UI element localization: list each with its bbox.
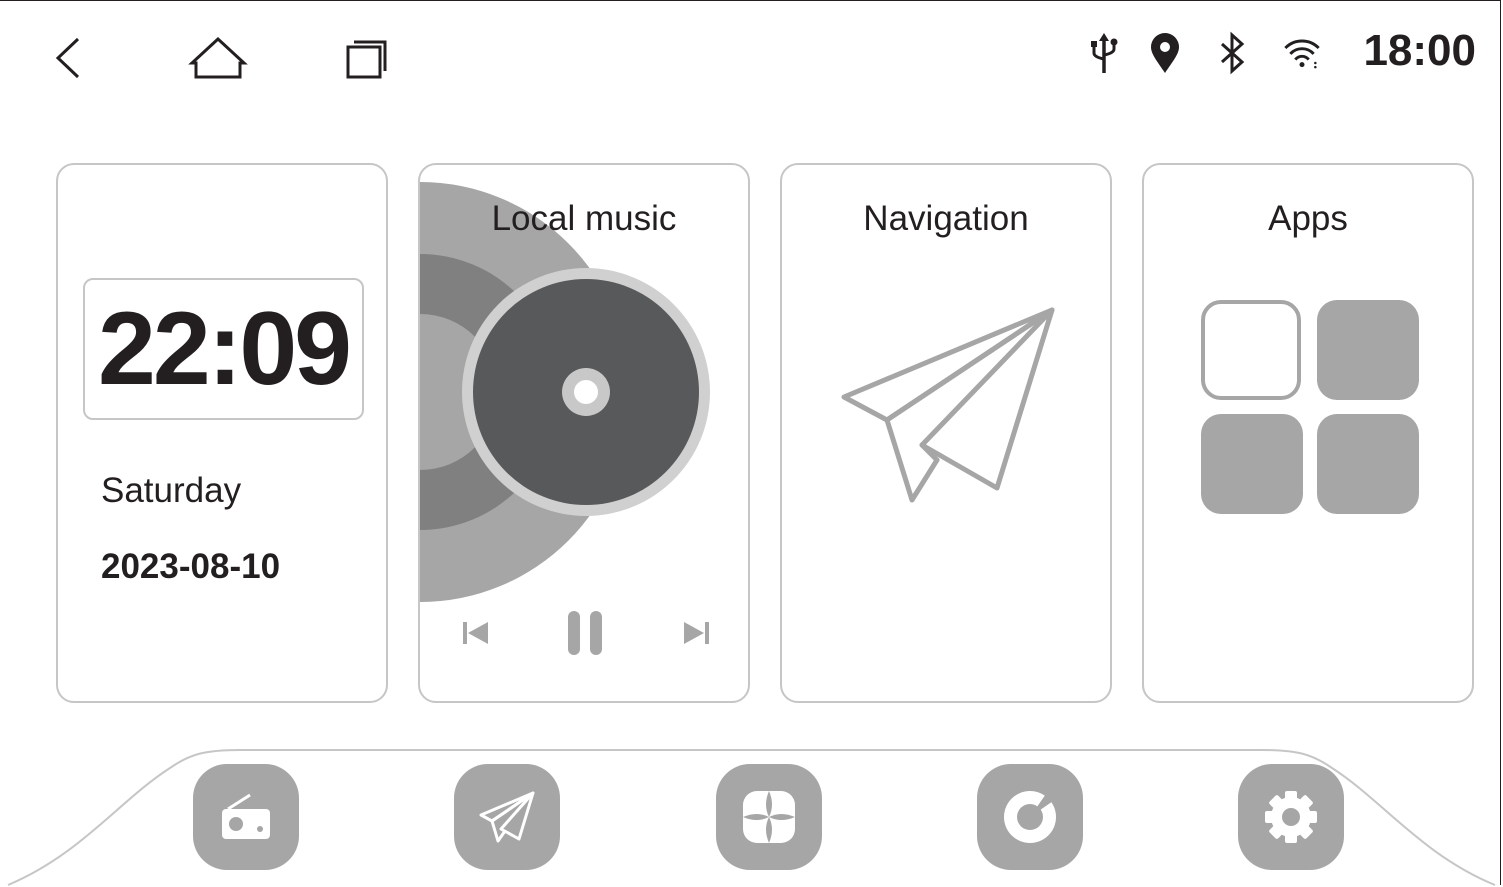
recent-apps-button[interactable] <box>336 28 396 88</box>
home-icon <box>188 36 248 79</box>
status-clock: 18:00 <box>1363 26 1476 75</box>
pause-icon <box>568 611 602 655</box>
next-button[interactable] <box>678 615 714 651</box>
navigation-card[interactable]: Navigation <box>780 163 1112 703</box>
settings-icon <box>1265 791 1317 843</box>
clock-time: 22:09 <box>98 290 352 407</box>
dock-settings-button[interactable] <box>1238 764 1344 870</box>
recent-apps-icon <box>346 40 387 79</box>
next-icon <box>684 622 709 644</box>
usb-icon <box>1084 30 1124 76</box>
previous-button[interactable] <box>458 615 494 651</box>
home-button[interactable] <box>188 28 248 88</box>
radio-icon <box>222 793 270 839</box>
app-grid-icon <box>1201 300 1419 514</box>
dock-apps-button[interactable] <box>716 764 822 870</box>
clock-day: Saturday <box>101 471 242 510</box>
local-music-title: Local music <box>491 199 677 238</box>
clock-date: 2023-08-10 <box>101 547 281 586</box>
dock-navigation-button[interactable] <box>454 764 560 870</box>
clock-display: 22:09 <box>83 278 364 420</box>
apps-card[interactable]: Apps <box>1142 163 1474 703</box>
location-icon <box>1145 30 1185 76</box>
back-button[interactable] <box>40 28 100 88</box>
previous-icon <box>463 622 488 644</box>
navigation-title: Navigation <box>863 199 1029 238</box>
bluetooth-icon <box>1212 30 1252 76</box>
local-music-card[interactable]: Local music <box>418 163 750 703</box>
pause-button[interactable] <box>566 609 606 659</box>
wifi-icon <box>1282 30 1322 76</box>
apps-title: Apps <box>1268 199 1348 238</box>
music-icon <box>1004 791 1056 843</box>
dock-radio-button[interactable] <box>193 764 299 870</box>
navigation-icon <box>479 791 535 843</box>
paper-plane-icon <box>841 307 1055 503</box>
clock-card[interactable]: 22:09 Saturday 2023-08-10 <box>56 163 388 703</box>
apps-icon <box>743 791 795 843</box>
dock-music-button[interactable] <box>977 764 1083 870</box>
back-icon <box>55 37 80 79</box>
